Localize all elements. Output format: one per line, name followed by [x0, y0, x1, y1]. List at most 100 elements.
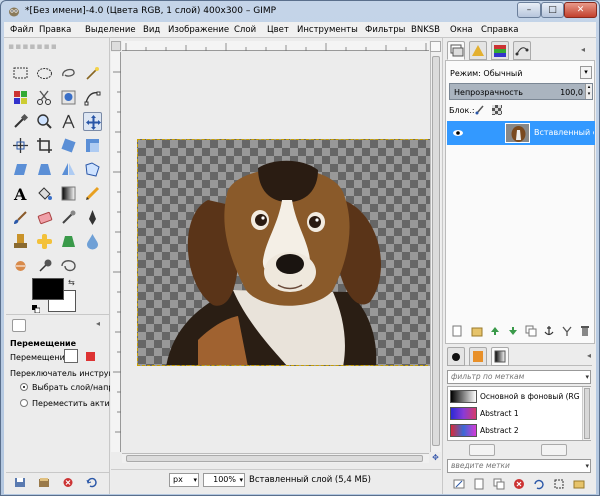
smudge-icon[interactable] — [11, 256, 30, 275]
dock-menu-icon[interactable]: ◂ — [581, 45, 585, 54]
lower-layer-icon[interactable] — [507, 325, 519, 337]
reset-options-icon[interactable] — [86, 477, 98, 488]
foreground-select-icon[interactable] — [59, 88, 78, 107]
layer-name[interactable]: Вставленный слой — [534, 128, 594, 137]
eraser-icon[interactable] — [35, 208, 54, 227]
list-item[interactable]: Abstract 2 — [450, 422, 580, 439]
swap-colors-icon[interactable]: ⇆ — [68, 278, 78, 288]
blend-icon[interactable] — [59, 184, 78, 203]
crop-icon[interactable] — [35, 136, 54, 155]
list-item[interactable]: Основной в фоновый (RGB) — [450, 388, 580, 405]
raise-layer-icon[interactable] — [489, 325, 501, 337]
image-canvas[interactable] — [137, 139, 438, 366]
select-by-color-icon[interactable] — [11, 88, 30, 107]
fuzzy-select-icon[interactable] — [83, 64, 102, 83]
vertical-scrollbar[interactable] — [430, 52, 441, 452]
tool-options-close-icon[interactable]: ◂ — [96, 319, 106, 332]
heal-icon[interactable] — [35, 232, 54, 251]
blur-icon[interactable] — [83, 232, 102, 251]
pencil-icon[interactable] — [83, 184, 102, 203]
rotate-icon[interactable] — [59, 136, 78, 155]
zoom-select[interactable]: 100% ▾ — [203, 473, 245, 487]
chevron-down-icon[interactable]: ▾ — [585, 371, 589, 383]
menu-windows[interactable]: Окна — [450, 25, 473, 35]
restore-options-icon[interactable] — [38, 477, 50, 488]
move-layer-mode-icon[interactable] — [64, 349, 78, 363]
navigation-icon[interactable]: ✥ — [430, 453, 441, 463]
menu-file[interactable]: Файл — [10, 25, 33, 35]
menu-filters[interactable]: Фильтры — [365, 25, 405, 35]
chevron-down-icon[interactable]: ▾ — [585, 460, 589, 472]
align-icon[interactable] — [11, 136, 30, 155]
ellipse-select-icon[interactable] — [35, 64, 54, 83]
open-gradient-icon[interactable] — [573, 478, 585, 490]
rect-select-icon[interactable] — [11, 64, 30, 83]
curves-icon[interactable] — [59, 256, 78, 275]
minimize-button[interactable]: – — [517, 2, 541, 18]
layer-mode-select[interactable]: Режим: Обычный — [450, 69, 522, 78]
gradient-tag-filter[interactable]: фильтр по меткам ▾ — [447, 370, 591, 384]
ink-icon[interactable] — [83, 208, 102, 227]
pick-layer-radio[interactable] — [20, 383, 28, 391]
unit-select[interactable]: px ▾ — [169, 473, 199, 487]
magnify-icon[interactable] — [35, 112, 54, 131]
menu-select[interactable]: Выделение — [85, 25, 136, 35]
menu-layer[interactable]: Слой — [234, 25, 256, 35]
text-tool-icon[interactable]: A — [11, 184, 30, 204]
tab-paths[interactable] — [491, 41, 509, 60]
cage-transform-icon[interactable] — [83, 160, 102, 179]
layer-row[interactable]: Вставленный слой — [447, 121, 595, 145]
edit-gradient-icon[interactable] — [453, 478, 465, 490]
navigate-icon[interactable] — [430, 41, 441, 52]
duplicate-gradient-icon[interactable] — [493, 478, 505, 490]
menu-bnksb[interactable]: BNKSB — [411, 25, 440, 35]
perspective-icon[interactable] — [35, 160, 54, 179]
tab-layers[interactable] — [447, 41, 465, 60]
delete-layer-icon[interactable] — [579, 325, 591, 337]
tab-patterns[interactable] — [469, 347, 487, 366]
save-options-icon[interactable] — [14, 477, 26, 488]
menu-color[interactable]: Цвет — [267, 25, 289, 35]
clone-icon[interactable] — [11, 232, 30, 251]
tool-options-tab-icon[interactable] — [12, 319, 26, 332]
chevron-down-icon[interactable]: ▾ — [580, 66, 592, 79]
scale-icon[interactable] — [83, 136, 102, 155]
opacity-slider[interactable]: Непрозрачность 100,0 ▴ ▾ — [449, 83, 593, 100]
grid-view-button[interactable] — [541, 444, 567, 456]
lasso-icon[interactable] — [59, 64, 78, 83]
delete-options-icon[interactable] — [62, 477, 74, 488]
new-gradient-icon[interactable] — [473, 478, 485, 490]
list-view-button[interactable] — [469, 444, 495, 456]
quick-mask-toggle[interactable] — [111, 41, 121, 51]
scissors-icon[interactable] — [35, 88, 54, 107]
gradient-scroll-thumb[interactable] — [584, 388, 590, 439]
shear-icon[interactable] — [11, 160, 30, 179]
menu-view[interactable]: Вид — [143, 25, 160, 35]
close-button[interactable]: ✕ — [564, 2, 597, 18]
duplicate-layer-icon[interactable] — [525, 325, 537, 337]
delete-gradient-icon[interactable] — [513, 478, 525, 490]
color-picker-icon[interactable] — [11, 112, 30, 131]
gradient-to-selection-icon[interactable] — [553, 478, 565, 490]
opacity-spin-icon[interactable]: ▴ ▾ — [585, 84, 592, 99]
dock-menu-icon[interactable]: ◂ — [587, 351, 597, 361]
merge-layer-icon[interactable] — [561, 325, 573, 337]
horizontal-scrollbar[interactable] — [122, 453, 429, 463]
foreground-color-front[interactable] — [32, 278, 64, 300]
measure-icon[interactable] — [59, 112, 78, 131]
lock-alpha-icon[interactable] — [492, 105, 502, 115]
horizontal-scroll-thumb[interactable] — [126, 455, 423, 462]
list-item[interactable]: Abstract 1 — [450, 405, 580, 422]
perspective-clone-icon[interactable] — [59, 232, 78, 251]
wilber-drop-area[interactable]: ▪▪▪▪▪▪▪ — [8, 42, 62, 54]
lock-pixels-icon[interactable] — [474, 103, 486, 115]
canvas-viewport[interactable] — [122, 52, 438, 452]
paths-icon[interactable] — [83, 88, 102, 107]
move-selection-mode-icon[interactable] — [86, 352, 95, 361]
move-active-radio[interactable] — [20, 399, 28, 407]
eye-icon[interactable] — [452, 127, 464, 139]
gradient-list-scrollbar[interactable] — [582, 387, 591, 440]
horizontal-ruler[interactable] — [122, 41, 429, 51]
menu-tools[interactable]: Инструменты — [297, 25, 358, 35]
airbrush-icon[interactable] — [59, 208, 78, 227]
